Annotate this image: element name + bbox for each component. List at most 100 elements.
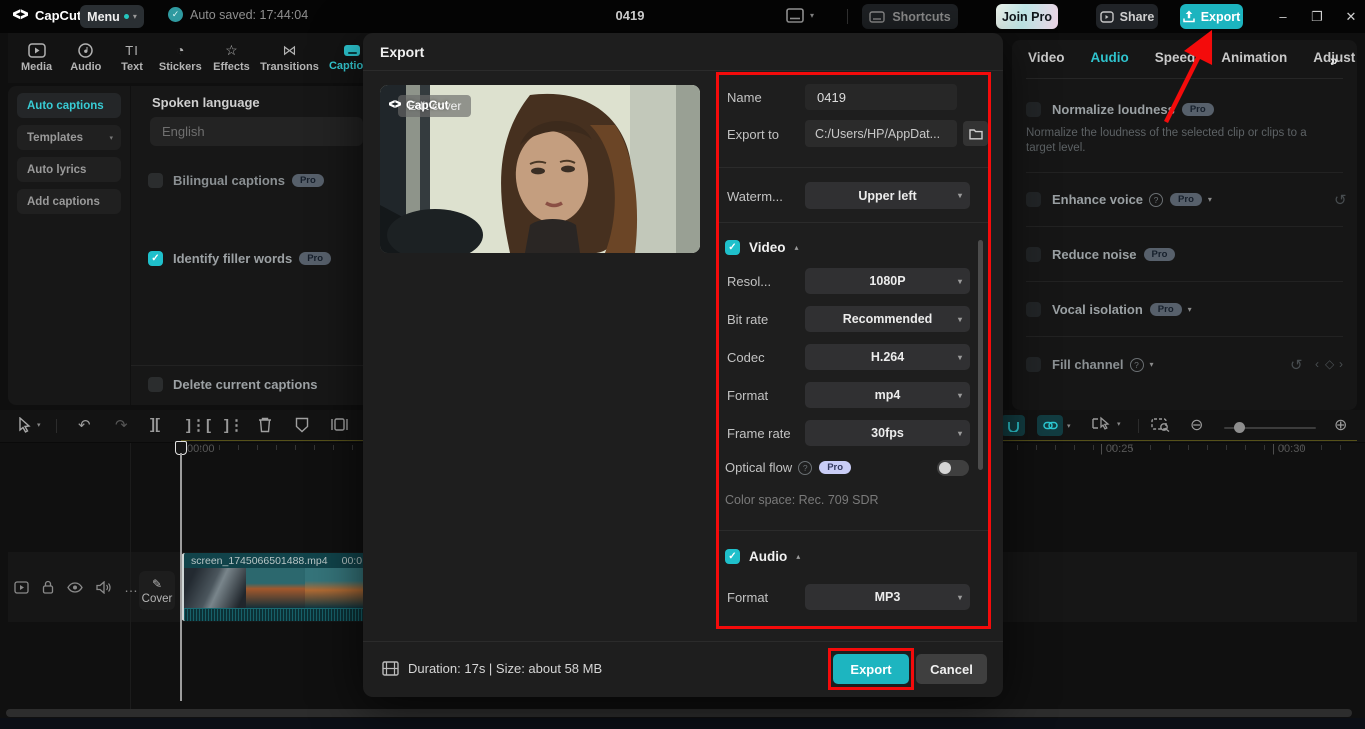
ribbon-tab-transitions[interactable]: ⋈ Transitions	[258, 43, 321, 73]
framerate-select[interactable]: 30fps▾	[805, 420, 970, 446]
timeline-zoom-slider[interactable]	[1224, 427, 1316, 429]
filler-words-checkbox[interactable]: ✓	[148, 251, 163, 266]
normalize-loudness-row[interactable]: Normalize loudness Pro	[1026, 102, 1214, 117]
ribbon-tab-media[interactable]: Media	[14, 43, 59, 73]
enhance-voice-checkbox[interactable]	[1026, 192, 1041, 207]
optical-flow-toggle[interactable]	[937, 460, 969, 476]
keyframe-prev-icon[interactable]: ‹	[1315, 357, 1319, 371]
video-section-checkbox[interactable]: ✓	[725, 240, 740, 255]
crop-icon[interactable]	[331, 417, 348, 435]
split-left-icon[interactable]: ]⋮[	[186, 416, 211, 434]
snap-tool-button[interactable]: ▾	[1092, 416, 1121, 431]
info-icon: ?	[1149, 193, 1163, 207]
sidebar-item-auto-captions[interactable]: Auto captions	[17, 93, 121, 118]
export-path-field[interactable]: C:/Users/HP/AppDat...	[805, 120, 957, 147]
audio-section-checkbox[interactable]: ✓	[725, 549, 740, 564]
tab-video[interactable]: Video	[1028, 50, 1065, 65]
timeline-scrollbar[interactable]	[6, 709, 1352, 717]
ribbon-tab-text[interactable]: TI Text	[112, 43, 151, 73]
normalize-checkbox[interactable]	[1026, 102, 1041, 117]
bitrate-label: Bit rate	[727, 312, 768, 327]
watermark-select[interactable]: Upper left ▾	[805, 182, 970, 209]
vocal-isolation-checkbox[interactable]	[1026, 302, 1041, 317]
chevron-down-icon[interactable]: ▾	[1150, 360, 1154, 369]
codec-select[interactable]: H.264▾	[805, 344, 970, 370]
keyframe-next-icon[interactable]: ›	[1339, 357, 1343, 371]
enhance-voice-row[interactable]: Enhance voice ? Pro ▾	[1026, 192, 1212, 207]
playhead[interactable]	[175, 441, 187, 703]
redo-icon[interactable]: ↷	[115, 416, 128, 434]
delete-captions-row[interactable]: Delete current captions	[148, 377, 318, 392]
dialog-export-button[interactable]: Export	[833, 654, 909, 684]
reduce-noise-checkbox[interactable]	[1026, 247, 1041, 262]
delete-captions-checkbox[interactable]	[148, 377, 163, 392]
tab-speed[interactable]: Speed	[1155, 50, 1196, 65]
browse-folder-button[interactable]	[963, 121, 988, 146]
audio-format-select[interactable]: MP3▾	[805, 584, 970, 610]
tabs-overflow-icon[interactable]: »	[1330, 52, 1338, 68]
shortcuts-button[interactable]: Shortcuts	[862, 4, 958, 29]
audio-section-header[interactable]: ✓ Audio ▴	[725, 549, 800, 564]
settings-scrollbar[interactable]	[978, 240, 983, 470]
export-button[interactable]: Export	[1180, 4, 1243, 29]
fill-channel-row[interactable]: Fill channel ? ▾	[1026, 357, 1154, 372]
track-type-icon[interactable]	[14, 581, 29, 594]
collapse-up-icon[interactable]: ▴	[795, 243, 799, 252]
text-icon: TI	[125, 43, 139, 58]
share-button[interactable]: Share	[1096, 4, 1158, 29]
delete-icon[interactable]	[258, 417, 272, 436]
resolution-select[interactable]: 1080P▾	[805, 268, 970, 294]
top-bar: CapCut Menu ▾ ✓ Auto saved: 17:44:04 041…	[0, 0, 1365, 33]
ribbon-tab-effects[interactable]: ☆ Effects	[209, 43, 254, 73]
more-icon[interactable]: …	[124, 579, 139, 595]
undo-icon[interactable]: ↶	[78, 416, 91, 434]
select-tool-button[interactable]: ▾	[18, 417, 41, 433]
zoom-out-icon[interactable]: ⊖	[1190, 415, 1203, 435]
spoken-language-select[interactable]: English	[150, 117, 363, 146]
layout-switch-button[interactable]: ▾	[786, 8, 814, 23]
maximize-button[interactable]: ❐	[1302, 9, 1332, 25]
keyframe-diamond-icon[interactable]: ◇	[1325, 357, 1334, 371]
bitrate-select[interactable]: Recommended▾	[805, 306, 970, 332]
tab-animation[interactable]: Animation	[1221, 50, 1287, 65]
bilingual-captions-row[interactable]: Bilingual captions Pro	[148, 173, 324, 188]
auto-magnetic-button[interactable]	[1001, 415, 1025, 436]
join-pro-button[interactable]: Join Pro	[996, 4, 1058, 29]
name-field[interactable]: 0419	[805, 84, 957, 110]
close-button[interactable]: ✕	[1336, 9, 1365, 25]
mask-icon[interactable]	[295, 417, 309, 436]
zoom-in-icon[interactable]: ⊕	[1334, 415, 1347, 435]
ribbon-tab-stickers[interactable]: ◔ Stickers	[156, 43, 205, 73]
link-clips-button[interactable]: ▾	[1037, 415, 1071, 436]
eye-icon[interactable]	[67, 582, 83, 593]
preview-zoom-icon[interactable]	[1151, 417, 1170, 435]
vocal-isolation-row[interactable]: Vocal isolation Pro ▾	[1026, 302, 1192, 317]
reset-icon[interactable]: ↺	[1290, 356, 1303, 374]
collapse-up-icon[interactable]: ▴	[796, 552, 800, 561]
reduce-noise-row[interactable]: Reduce noise Pro	[1026, 247, 1175, 262]
ribbon-tab-audio[interactable]: Audio	[63, 43, 108, 73]
menu-button[interactable]: Menu ▾	[80, 5, 144, 28]
lock-icon[interactable]	[42, 580, 54, 594]
sidebar-item-auto-lyrics[interactable]: Auto lyrics	[17, 157, 121, 182]
mute-icon[interactable]	[96, 581, 111, 594]
split-icon[interactable]: ][	[150, 416, 160, 433]
sidebar-item-templates[interactable]: Templates ▾	[17, 125, 121, 150]
inspector-divider	[1026, 336, 1343, 337]
filler-words-row[interactable]: ✓ Identify filler words Pro	[148, 251, 331, 266]
format-select[interactable]: mp4▾	[805, 382, 970, 408]
chevron-down-icon[interactable]: ▾	[1188, 305, 1192, 314]
sidebar-item-add-captions[interactable]: Add captions	[17, 189, 121, 214]
tab-audio[interactable]: Audio	[1091, 50, 1129, 65]
reset-icon[interactable]: ↺	[1334, 191, 1347, 209]
slider-handle[interactable]	[1234, 422, 1245, 433]
chevron-down-icon: ▾	[810, 11, 814, 20]
minimize-button[interactable]: –	[1268, 9, 1298, 24]
bilingual-checkbox[interactable]	[148, 173, 163, 188]
split-right-icon[interactable]: ]⋮	[224, 416, 244, 434]
cover-button[interactable]: ✎ Cover	[139, 571, 175, 610]
chevron-down-icon[interactable]: ▾	[1208, 195, 1212, 204]
video-section-header[interactable]: ✓ Video ▴	[725, 240, 799, 255]
fill-channel-checkbox[interactable]	[1026, 357, 1041, 372]
dialog-cancel-button[interactable]: Cancel	[916, 654, 987, 684]
